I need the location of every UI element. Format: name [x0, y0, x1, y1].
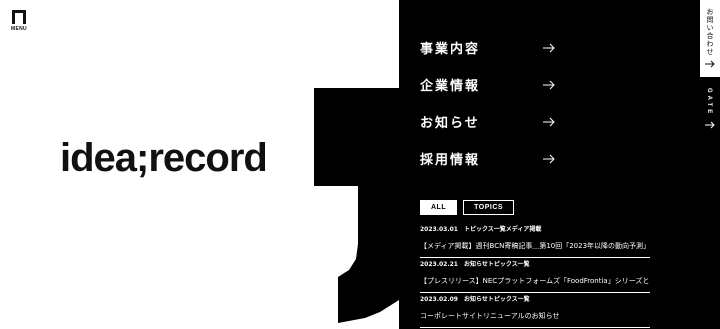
side-divider [700, 76, 720, 77]
news-title: 【メディア掲載】週刊BCN寄稿記事＿第10回「2023年以降の動向予測」... [420, 242, 650, 250]
news-date: 2023.02.21 [420, 261, 458, 268]
arrow-right-icon [705, 60, 715, 68]
news-list-item[interactable]: 2023.02.21 お知らせトピックス一覧 【プレスリリース】NECプラットフォ… [420, 258, 650, 293]
right-panel: 事業内容 企業情報 お知らせ 採用情報 ALL TOPICS 2023.03.0… [399, 0, 700, 329]
news-tabs: ALL TOPICS [420, 200, 515, 215]
news-title: コーポレートサイトリニューアルのお知らせ [420, 312, 560, 320]
news-category: お知らせトピックス一覧 [463, 261, 530, 268]
news-meta: 2023.02.09 お知らせトピックス一覧 [420, 295, 650, 305]
nav-item-business[interactable]: 事業内容 [420, 29, 555, 66]
nav-item-label: 採用情報 [420, 153, 481, 168]
news-list: 2023.03.01 トピックス一覧メディア掲載 【メディア掲載】週刊BCN寄稿記… [420, 223, 650, 328]
tab-all[interactable]: ALL [420, 200, 458, 215]
arrow-right-icon [543, 43, 555, 52]
side-strip: お問い合わせ GATE [700, 0, 720, 329]
news-list-item[interactable]: 2023.02.09 お知らせトピックス一覧 コーポレートサイトリニューアルのお知… [420, 293, 650, 328]
nav-item-label: お知らせ [420, 116, 480, 131]
arrow-right-icon [705, 121, 715, 129]
news-category: トピックス一覧メディア掲載 [463, 226, 542, 233]
arrow-right-icon [543, 80, 555, 89]
tab-topics[interactable]: TOPICS [463, 200, 515, 215]
nav-item-label: 事業内容 [420, 42, 481, 57]
arrow-right-icon [543, 117, 555, 126]
news-date: 2023.03.01 [420, 226, 458, 233]
news-list-item[interactable]: 2023.03.01 トピックス一覧メディア掲載 【メディア掲載】週刊BCN寄稿記… [420, 223, 650, 258]
news-date: 2023.02.09 [420, 296, 458, 303]
nav-item-recruit[interactable]: 採用情報 [420, 140, 555, 177]
contact-button[interactable]: お問い合わせ [700, 0, 720, 76]
news-title: 【プレスリリース】NECプラットフォームズ「FoodFrontia」シリーズと.… [420, 277, 650, 285]
arrow-right-icon [543, 154, 555, 163]
news-meta: 2023.02.21 お知らせトピックス一覧 [420, 260, 650, 270]
contact-label: お問い合わせ [706, 8, 714, 56]
gate-button[interactable]: GATE [700, 80, 720, 140]
news-category: お知らせトピックス一覧 [463, 296, 530, 303]
semicolon-shape-path [314, 88, 399, 323]
gate-label: GATE [706, 88, 712, 117]
nav-item-company[interactable]: 企業情報 [420, 66, 555, 103]
news-meta: 2023.03.01 トピックス一覧メディア掲載 [420, 225, 650, 235]
main-nav: 事業内容 企業情報 お知らせ 採用情報 [420, 29, 555, 177]
nav-item-label: 企業情報 [420, 79, 481, 94]
nav-item-news[interactable]: お知らせ [420, 103, 555, 140]
